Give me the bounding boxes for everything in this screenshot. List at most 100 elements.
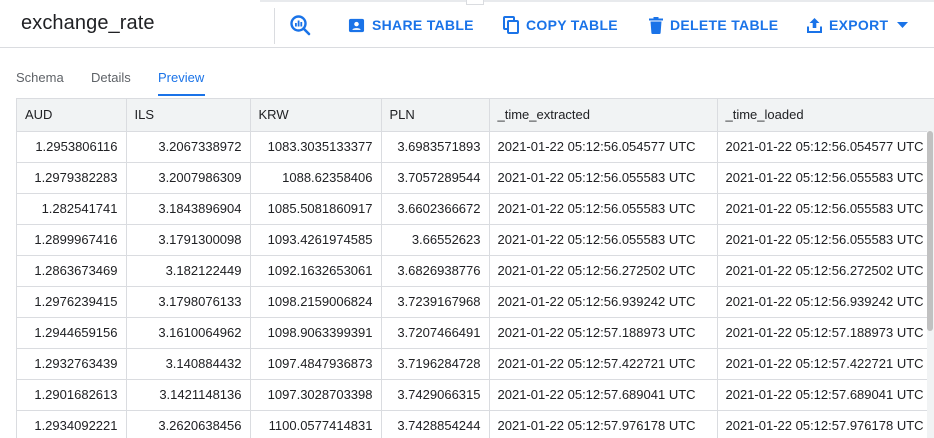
table-cell[interactable]: 3.2620638456 (126, 410, 251, 438)
delete-icon (649, 16, 663, 34)
table-cell[interactable]: 1097.3028703398 (250, 379, 382, 411)
table-cell[interactable]: 2021-01-22 05:12:57.188973 UTC (489, 317, 718, 349)
table-cell[interactable]: 1.2863673469 (17, 255, 127, 287)
vertical-scrollbar-thumb[interactable] (927, 131, 933, 331)
table-cell[interactable]: 1093.4261974585 (250, 224, 382, 256)
table-cell[interactable]: 2021-01-22 05:12:56.055583 UTC (717, 193, 934, 225)
table-cell[interactable]: 3.6602366672 (381, 193, 490, 225)
preview-table: AUD ILS KRW PLN _time_extracted _time_lo… (17, 99, 934, 438)
table-cell[interactable]: 1085.5081860917 (250, 193, 382, 225)
share-icon (348, 17, 365, 34)
table-cell[interactable]: 3.1843896904 (126, 193, 251, 225)
table-cell[interactable]: 2021-01-22 05:12:56.939242 UTC (489, 286, 718, 318)
table-row[interactable]: 1.2976239415 3.1798076133 1098.2159006824 3… (17, 286, 934, 318)
table-cell[interactable]: 1088.62358406 (250, 162, 382, 194)
table-cell[interactable]: 2021-01-22 05:12:56.055583 UTC (717, 162, 934, 194)
table-cell[interactable]: 3.7057289544 (381, 162, 490, 194)
table-cell[interactable]: 2021-01-22 05:12:56.055583 UTC (489, 224, 718, 256)
table-cell[interactable]: 2021-01-22 05:12:56.055583 UTC (489, 162, 718, 194)
table-cell[interactable]: 2021-01-22 05:12:57.976178 UTC (489, 410, 718, 438)
table-cell[interactable]: 1.2976239415 (17, 286, 127, 318)
table-cell[interactable]: 2021-01-22 05:12:56.939242 UTC (717, 286, 934, 318)
tab-schema[interactable]: Schema (16, 60, 66, 96)
table-cell[interactable]: 1.2953806116 (17, 131, 127, 163)
table-cell[interactable]: 2021-01-22 05:12:57.976178 UTC (717, 410, 934, 438)
table-cell[interactable]: 3.1421148136 (126, 379, 251, 411)
table-cell[interactable]: 3.2007986309 (126, 162, 251, 194)
table-cell[interactable]: 1097.4847936873 (250, 348, 382, 380)
table-cell[interactable]: 2021-01-22 05:12:57.422721 UTC (717, 348, 934, 380)
table-cell[interactable]: 2021-01-22 05:12:57.188973 UTC (717, 317, 934, 349)
table-cell[interactable]: 3.7207466491 (381, 317, 490, 349)
table-toolbar: exchange_rate SHARE TABLE COPY TABLE DEL… (0, 0, 934, 48)
table-cell[interactable]: 3.1791300098 (126, 224, 251, 256)
table-row[interactable]: 1.2944659156 3.1610064962 1098.9063399391 3… (17, 317, 934, 349)
table-cell[interactable]: 3.66552623 (381, 224, 490, 256)
copy-icon (503, 16, 519, 34)
table-cell[interactable]: 3.7196284728 (381, 348, 490, 380)
table-cell[interactable]: 2021-01-22 05:12:56.272502 UTC (489, 255, 718, 287)
column-header-ils[interactable]: ILS (126, 99, 251, 132)
table-row[interactable]: 1.2932763439 3.140884432 1097.4847936873 3.… (17, 348, 934, 380)
table-cell[interactable]: 3.7429066315 (381, 379, 490, 411)
table-cell[interactable]: 3.2067338972 (126, 131, 251, 163)
query-table-button[interactable] (288, 14, 312, 36)
table-cell[interactable]: 1098.9063399391 (250, 317, 382, 349)
column-header-pln[interactable]: PLN (381, 99, 490, 132)
table-cell[interactable]: 1083.3035133377 (250, 131, 382, 163)
table-row[interactable]: 1.2979382283 3.2007986309 1088.62358406 3.7… (17, 162, 934, 194)
table-cell[interactable]: 3.6983571893 (381, 131, 490, 163)
table-cell[interactable]: 2021-01-22 05:12:57.422721 UTC (489, 348, 718, 380)
tab-preview[interactable]: Preview (158, 60, 205, 96)
table-cell[interactable]: 3.7428854244 (381, 410, 490, 438)
table-cell[interactable]: 1.2944659156 (17, 317, 127, 349)
table-row[interactable]: 1.2953806116 3.2067338972 1083.3035133377 3… (17, 131, 934, 163)
table-cell[interactable]: 1.2932763439 (17, 348, 127, 380)
drag-handle[interactable] (466, 0, 484, 5)
copy-table-button[interactable]: COPY TABLE (503, 14, 618, 36)
query-icon (288, 13, 312, 37)
table-cell[interactable]: 2021-01-22 05:12:56.055583 UTC (489, 193, 718, 225)
share-table-label: SHARE TABLE (372, 17, 474, 33)
column-header-krw[interactable]: KRW (250, 99, 382, 132)
column-header-time-loaded[interactable]: _time_loaded (717, 99, 934, 132)
table-cell[interactable]: 3.182122449 (126, 255, 251, 287)
table-row[interactable]: 1.282541741 3.1843896904 1085.5081860917 3.… (17, 193, 934, 225)
table-cell[interactable]: 1.2901682613 (17, 379, 127, 411)
table-row[interactable]: 1.2934092221 3.2620638456 1100.0577414831 3… (17, 410, 934, 438)
dropdown-arrow-icon (897, 22, 909, 28)
table-cell[interactable]: 1098.2159006824 (250, 286, 382, 318)
export-icon (807, 17, 822, 33)
table-cell[interactable]: 1.2899967416 (17, 224, 127, 256)
column-header-time-extracted[interactable]: _time_extracted (489, 99, 718, 132)
table-cell[interactable]: 1.282541741 (17, 193, 127, 225)
toolbar-divider (274, 8, 275, 44)
table-cell[interactable]: 2021-01-22 05:12:57.689041 UTC (717, 379, 934, 411)
table-cell[interactable]: 3.7239167968 (381, 286, 490, 318)
page-title: exchange_rate (21, 12, 155, 34)
table-cell[interactable]: 1.2979382283 (17, 162, 127, 194)
table-cell[interactable]: 1100.0577414831 (250, 410, 382, 438)
copy-table-label: COPY TABLE (526, 17, 618, 33)
table-cell[interactable]: 2021-01-22 05:12:57.689041 UTC (489, 379, 718, 411)
table-cell[interactable]: 3.1610064962 (126, 317, 251, 349)
column-header-aud[interactable]: AUD (17, 99, 127, 132)
table-cell[interactable]: 1092.1632653061 (250, 255, 382, 287)
table-cell[interactable]: 1.2934092221 (17, 410, 127, 438)
table-cell[interactable]: 3.6826938776 (381, 255, 490, 287)
top-divider (260, 0, 934, 2)
export-button[interactable]: EXPORT (807, 14, 909, 36)
table-header-row: AUD ILS KRW PLN _time_extracted _time_lo… (17, 99, 934, 132)
table-cell[interactable]: 2021-01-22 05:12:56.054577 UTC (489, 131, 718, 163)
table-row[interactable]: 1.2901682613 3.1421148136 1097.3028703398 3… (17, 379, 934, 411)
delete-table-button[interactable]: DELETE TABLE (649, 14, 778, 36)
table-row[interactable]: 1.2863673469 3.182122449 1092.1632653061 3.… (17, 255, 934, 287)
tab-details[interactable]: Details (91, 60, 134, 96)
table-cell[interactable]: 3.140884432 (126, 348, 251, 380)
table-row[interactable]: 1.2899967416 3.1791300098 1093.4261974585 3… (17, 224, 934, 256)
table-cell[interactable]: 3.1798076133 (126, 286, 251, 318)
table-cell[interactable]: 2021-01-22 05:12:56.054577 UTC (717, 131, 934, 163)
share-table-button[interactable]: SHARE TABLE (348, 14, 474, 36)
table-cell[interactable]: 2021-01-22 05:12:56.055583 UTC (717, 224, 934, 256)
table-cell[interactable]: 2021-01-22 05:12:56.272502 UTC (717, 255, 934, 287)
